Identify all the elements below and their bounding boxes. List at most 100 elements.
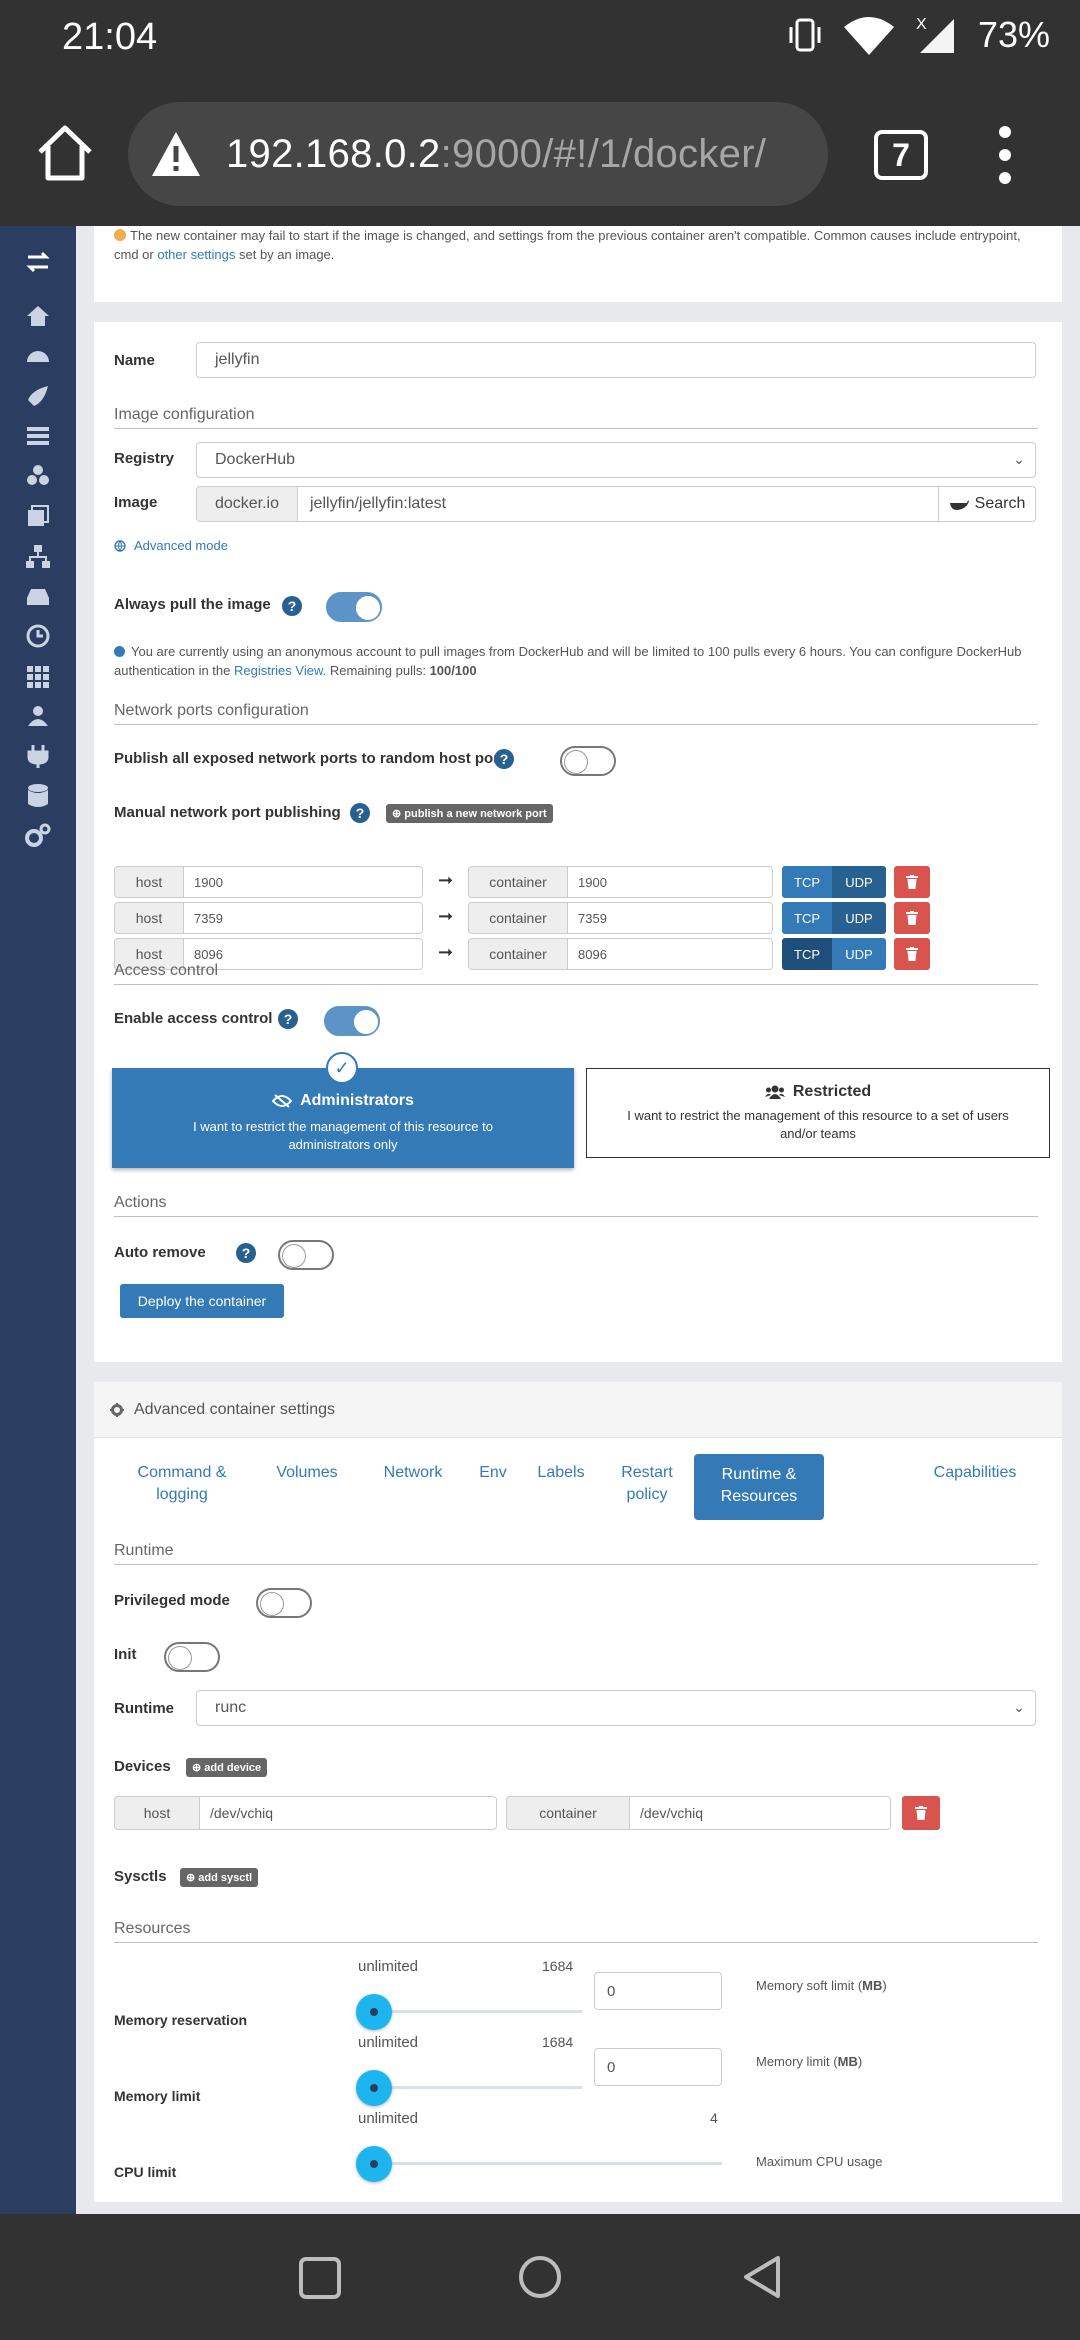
wifi-icon xyxy=(843,17,894,55)
eye-slash-icon xyxy=(272,1094,293,1108)
remove-port-button[interactable] xyxy=(894,902,930,934)
images-icon[interactable] xyxy=(24,502,52,530)
memory-reservation-track[interactable] xyxy=(376,2010,582,2013)
runtime-select[interactable]: runc ⌄ xyxy=(196,1690,1036,1726)
remove-port-button[interactable] xyxy=(894,938,930,970)
networks-icon[interactable] xyxy=(24,542,52,570)
enable-access-label: Enable access control xyxy=(114,1010,273,1027)
memory-limit-slider[interactable] xyxy=(356,2070,392,2106)
port-host-input[interactable]: 7359 xyxy=(183,902,423,934)
restricted-option[interactable]: Restricted I want to restrict the manage… xyxy=(586,1068,1050,1158)
registries-icon[interactable] xyxy=(24,782,52,810)
administrators-desc: I want to restrict the management of thi… xyxy=(193,1119,493,1152)
tab-runtime-resources[interactable]: Runtime & Resources xyxy=(694,1454,824,1520)
udp-button[interactable]: UDP xyxy=(832,938,886,970)
deploy-container-button[interactable]: Deploy the container xyxy=(120,1284,284,1318)
remove-port-button[interactable] xyxy=(894,866,930,898)
registries-view-link[interactable]: Registries View xyxy=(234,663,323,678)
publish-all-toggle[interactable] xyxy=(560,746,616,776)
containers-icon[interactable] xyxy=(24,462,52,490)
switch-environment-icon[interactable] xyxy=(24,248,52,276)
port-host-input[interactable]: 1900 xyxy=(183,866,423,898)
tab-env[interactable]: Env xyxy=(468,1462,518,1512)
tcp-button[interactable]: TCP xyxy=(782,866,832,898)
divider xyxy=(114,724,1038,725)
always-pull-toggle[interactable] xyxy=(326,592,382,622)
remove-device-button[interactable] xyxy=(902,1796,940,1830)
home-sidebar-icon[interactable] xyxy=(24,302,52,330)
cpu-limit-track[interactable] xyxy=(376,2162,722,2165)
port-container-input[interactable]: 7359 xyxy=(567,902,773,934)
url-bar[interactable]: 192.168.0.2:9000/#!/1/docker/ xyxy=(128,102,828,206)
add-device-button[interactable]: ⊕ add device xyxy=(186,1758,268,1777)
advanced-mode-label: Advanced mode xyxy=(134,538,228,553)
port-host-input[interactable]: 8096 xyxy=(183,938,423,970)
endpoints-icon[interactable] xyxy=(24,742,52,770)
tab-restart-policy[interactable]: Restart policy xyxy=(604,1462,690,1512)
tab-switcher-button[interactable]: 7 xyxy=(874,130,928,180)
app-templates-icon[interactable] xyxy=(24,382,52,410)
events-icon[interactable] xyxy=(24,622,52,650)
privileged-mode-toggle[interactable] xyxy=(256,1588,312,1618)
back-icon[interactable] xyxy=(740,2254,784,2300)
tab-volumes[interactable]: Volumes xyxy=(256,1462,358,1512)
search-image-button[interactable]: Search xyxy=(938,486,1036,522)
tab-capabilities[interactable]: Capabilities xyxy=(910,1462,1040,1512)
port-container-input[interactable]: 8096 xyxy=(567,938,773,970)
more-menu-icon[interactable] xyxy=(990,120,1020,190)
help-icon[interactable]: ? xyxy=(278,1009,298,1029)
home-icon[interactable] xyxy=(34,122,96,184)
volumes-icon[interactable] xyxy=(24,582,52,610)
divider xyxy=(114,1564,1038,1565)
trash-icon xyxy=(915,1806,927,1820)
home-nav-icon[interactable] xyxy=(517,2254,563,2300)
memory-reservation-input[interactable]: 0 xyxy=(594,1972,722,2010)
memory-limit-input[interactable]: 0 xyxy=(594,2048,722,2086)
cpu-limit-slider[interactable] xyxy=(356,2146,392,2182)
registry-select[interactable]: DockerHub ⌄ xyxy=(196,442,1036,478)
url-text[interactable]: 192.168.0.2:9000/#!/1/docker/ xyxy=(226,132,766,177)
advanced-settings-header: Advanced container settings xyxy=(94,1382,1062,1438)
access-control-title: Access control xyxy=(114,962,219,979)
tab-command-logging[interactable]: Command & logging xyxy=(116,1462,248,1512)
port-container-input[interactable]: 1900 xyxy=(567,866,773,898)
advanced-settings-panel: Advanced container settings Command & lo… xyxy=(94,1382,1062,2202)
dashboard-icon[interactable] xyxy=(24,342,52,370)
help-icon[interactable]: ? xyxy=(350,803,370,823)
add-sysctl-label: add sysctl xyxy=(198,1872,253,1884)
stacks-icon[interactable] xyxy=(24,422,52,450)
tcp-button[interactable]: TCP xyxy=(782,902,832,934)
device-container-input[interactable]: /dev/vchiq xyxy=(629,1796,891,1830)
image-input[interactable]: jellyfin/jellyfin:latest xyxy=(297,486,939,522)
publish-new-port-button[interactable]: ⊕ publish a new network port xyxy=(386,804,553,823)
runtime-label: Runtime xyxy=(114,1700,174,1717)
tab-network[interactable]: Network xyxy=(366,1462,460,1512)
administrators-option[interactable]: Administrators I want to restrict the ma… xyxy=(112,1052,574,1168)
device-host-input[interactable]: /dev/vchiq xyxy=(199,1796,497,1830)
restricted-title: Restricted xyxy=(792,1083,872,1100)
udp-button[interactable]: UDP xyxy=(832,902,886,934)
add-sysctl-button[interactable]: ⊕ add sysctl xyxy=(180,1868,259,1887)
tab-labels[interactable]: Labels xyxy=(526,1462,596,1512)
advanced-mode-link[interactable]: Advanced mode xyxy=(114,538,228,553)
tcp-button[interactable]: TCP xyxy=(782,938,832,970)
auto-remove-toggle[interactable] xyxy=(278,1240,334,1270)
divider xyxy=(114,1216,1038,1217)
access-control-toggle[interactable] xyxy=(324,1006,380,1036)
warning-panel: The new container may fail to start if t… xyxy=(94,226,1062,302)
help-icon[interactable]: ? xyxy=(494,749,514,769)
host-icon[interactable] xyxy=(24,662,52,690)
help-icon[interactable]: ? xyxy=(236,1243,256,1263)
memory-limit-track[interactable] xyxy=(376,2086,582,2089)
users-icon[interactable] xyxy=(24,702,52,730)
memory-reservation-slider[interactable] xyxy=(356,1994,392,2030)
docker-icon xyxy=(949,500,969,510)
recents-icon[interactable] xyxy=(298,2256,342,2300)
udp-button[interactable]: UDP xyxy=(832,866,886,898)
help-icon[interactable]: ? xyxy=(282,596,302,616)
settings-icon[interactable] xyxy=(24,822,52,850)
name-input[interactable]: jellyfin xyxy=(196,342,1036,378)
other-settings-link[interactable]: other settings xyxy=(157,247,235,262)
init-toggle[interactable] xyxy=(164,1642,220,1672)
warning-icon[interactable] xyxy=(148,126,204,182)
